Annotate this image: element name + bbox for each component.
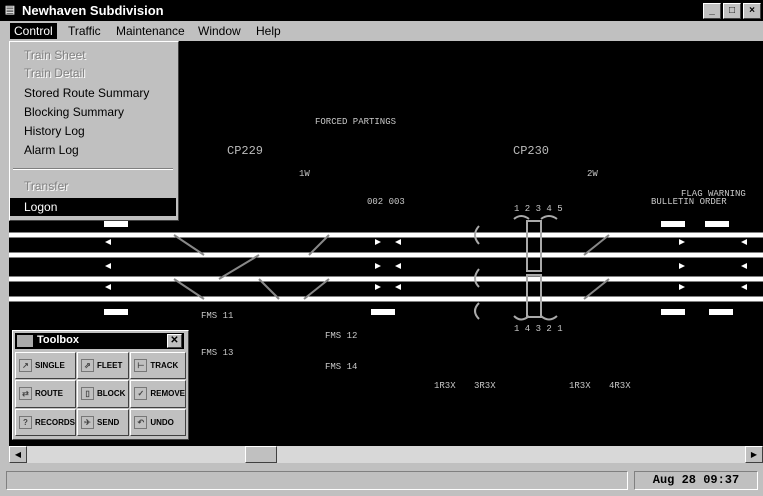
- fms-label: FMS 11: [201, 311, 234, 321]
- toolbox-icon: [17, 335, 33, 347]
- scroll-thumb[interactable]: [245, 446, 277, 463]
- horizontal-scrollbar[interactable]: ◀ ▶: [9, 446, 763, 463]
- control-menu: Train Sheet Train Detail Stored Route Su…: [9, 41, 179, 221]
- track-number-label: 1 4 3 2 1: [514, 324, 563, 334]
- forced-partings-label: FORCED PARTINGS: [315, 117, 397, 127]
- signal-text-label: 1R3X: [569, 381, 591, 391]
- fms-label: FMS 14: [325, 362, 358, 372]
- menu-item-logon[interactable]: Logon: [10, 198, 176, 216]
- toolbox-track-button[interactable]: ⊢ TRACK: [130, 352, 186, 380]
- menu-help[interactable]: Help: [252, 23, 285, 39]
- track-icon: ⊢: [134, 359, 148, 373]
- cp230-label: CP230: [513, 144, 550, 158]
- scroll-left-button[interactable]: ◀: [9, 446, 27, 463]
- remove-icon: ✓: [134, 387, 148, 401]
- single-icon: ↗: [19, 359, 32, 373]
- cp229-label: CP229: [227, 144, 264, 158]
- toolbox-close-button[interactable]: ✕: [167, 334, 182, 348]
- status-bar: Aug 28 09:37: [0, 463, 763, 496]
- fms-label: FMS 13: [201, 348, 234, 358]
- toolbox-titlebar[interactable]: Toolbox ✕: [15, 333, 184, 349]
- fms-label: FMS 12: [325, 331, 358, 341]
- minimize-button[interactable]: _: [703, 3, 721, 19]
- signal-group-label: 002 003: [367, 197, 405, 207]
- menu-item-blocking-summary[interactable]: Blocking Summary: [10, 103, 176, 121]
- toolbox-records-button[interactable]: ? RECORDS: [15, 408, 77, 436]
- switch-id-label: 2W: [587, 169, 598, 179]
- route-icon: ⇄: [19, 387, 32, 401]
- toolbox-route-button[interactable]: ⇄ ROUTE: [15, 380, 77, 408]
- status-message: [6, 471, 628, 490]
- track-number-label: 1 2 3 4 5: [514, 204, 563, 214]
- menu-separator: [13, 168, 173, 170]
- menu-item-history-log[interactable]: History Log: [10, 122, 176, 140]
- send-icon: ✈: [81, 415, 95, 429]
- fleet-icon: ⇗: [81, 359, 95, 373]
- toolbox-send-button[interactable]: ✈ SEND: [77, 408, 130, 436]
- menu-item-train-detail[interactable]: Train Detail: [10, 64, 176, 82]
- toolbox-title: Toolbox: [37, 334, 79, 346]
- menu-item-transfer[interactable]: Transfer: [10, 177, 176, 195]
- menu-item-alarm-log[interactable]: Alarm Log: [10, 141, 176, 159]
- close-button[interactable]: ×: [743, 3, 761, 19]
- title-bar[interactable]: ▤ Newhaven Subdivision _ □ ×: [0, 0, 763, 21]
- toolbox-undo-button[interactable]: ↶ UNDO: [130, 408, 186, 436]
- signal-text-label: 1R3X: [434, 381, 456, 391]
- app-icon[interactable]: ▤: [3, 3, 17, 17]
- toolbox-window: Toolbox ✕ ↗ SINGLE ⇗ FLEET ⊢ TRACK ⇄ ROUTE ▯…: [12, 330, 189, 440]
- undo-icon: ↶: [134, 415, 148, 429]
- window-title: Newhaven Subdivision: [22, 3, 164, 18]
- toolbox-block-button[interactable]: ▯ BLOCK: [77, 380, 130, 408]
- menu-control[interactable]: Control: [10, 23, 57, 39]
- toolbox-fleet-button[interactable]: ⇗ FLEET: [77, 352, 130, 380]
- menu-bar: Control Traffic Maintenance Window Help: [0, 21, 763, 41]
- records-icon: ?: [19, 415, 32, 429]
- maximize-button[interactable]: □: [723, 3, 741, 19]
- scroll-right-button[interactable]: ▶: [745, 446, 763, 463]
- toolbox-single-button[interactable]: ↗ SINGLE: [15, 352, 77, 380]
- flag-warning-label: FLAG WARNING: [681, 189, 746, 199]
- block-icon: ▯: [81, 387, 95, 401]
- menu-item-stored-route-summary[interactable]: Stored Route Summary: [10, 84, 176, 102]
- menu-traffic[interactable]: Traffic: [64, 23, 105, 39]
- switch-id-label: 1W: [299, 169, 310, 179]
- signal-text-label: 3R3X: [474, 381, 496, 391]
- signal-text-label: 4R3X: [609, 381, 631, 391]
- toolbox-remove-button[interactable]: ✓ REMOVE: [130, 380, 186, 408]
- menu-maintenance[interactable]: Maintenance: [112, 23, 189, 39]
- menu-item-train-sheet[interactable]: Train Sheet: [10, 46, 176, 64]
- status-clock: Aug 28 09:37: [634, 471, 758, 490]
- menu-window[interactable]: Window: [194, 23, 245, 39]
